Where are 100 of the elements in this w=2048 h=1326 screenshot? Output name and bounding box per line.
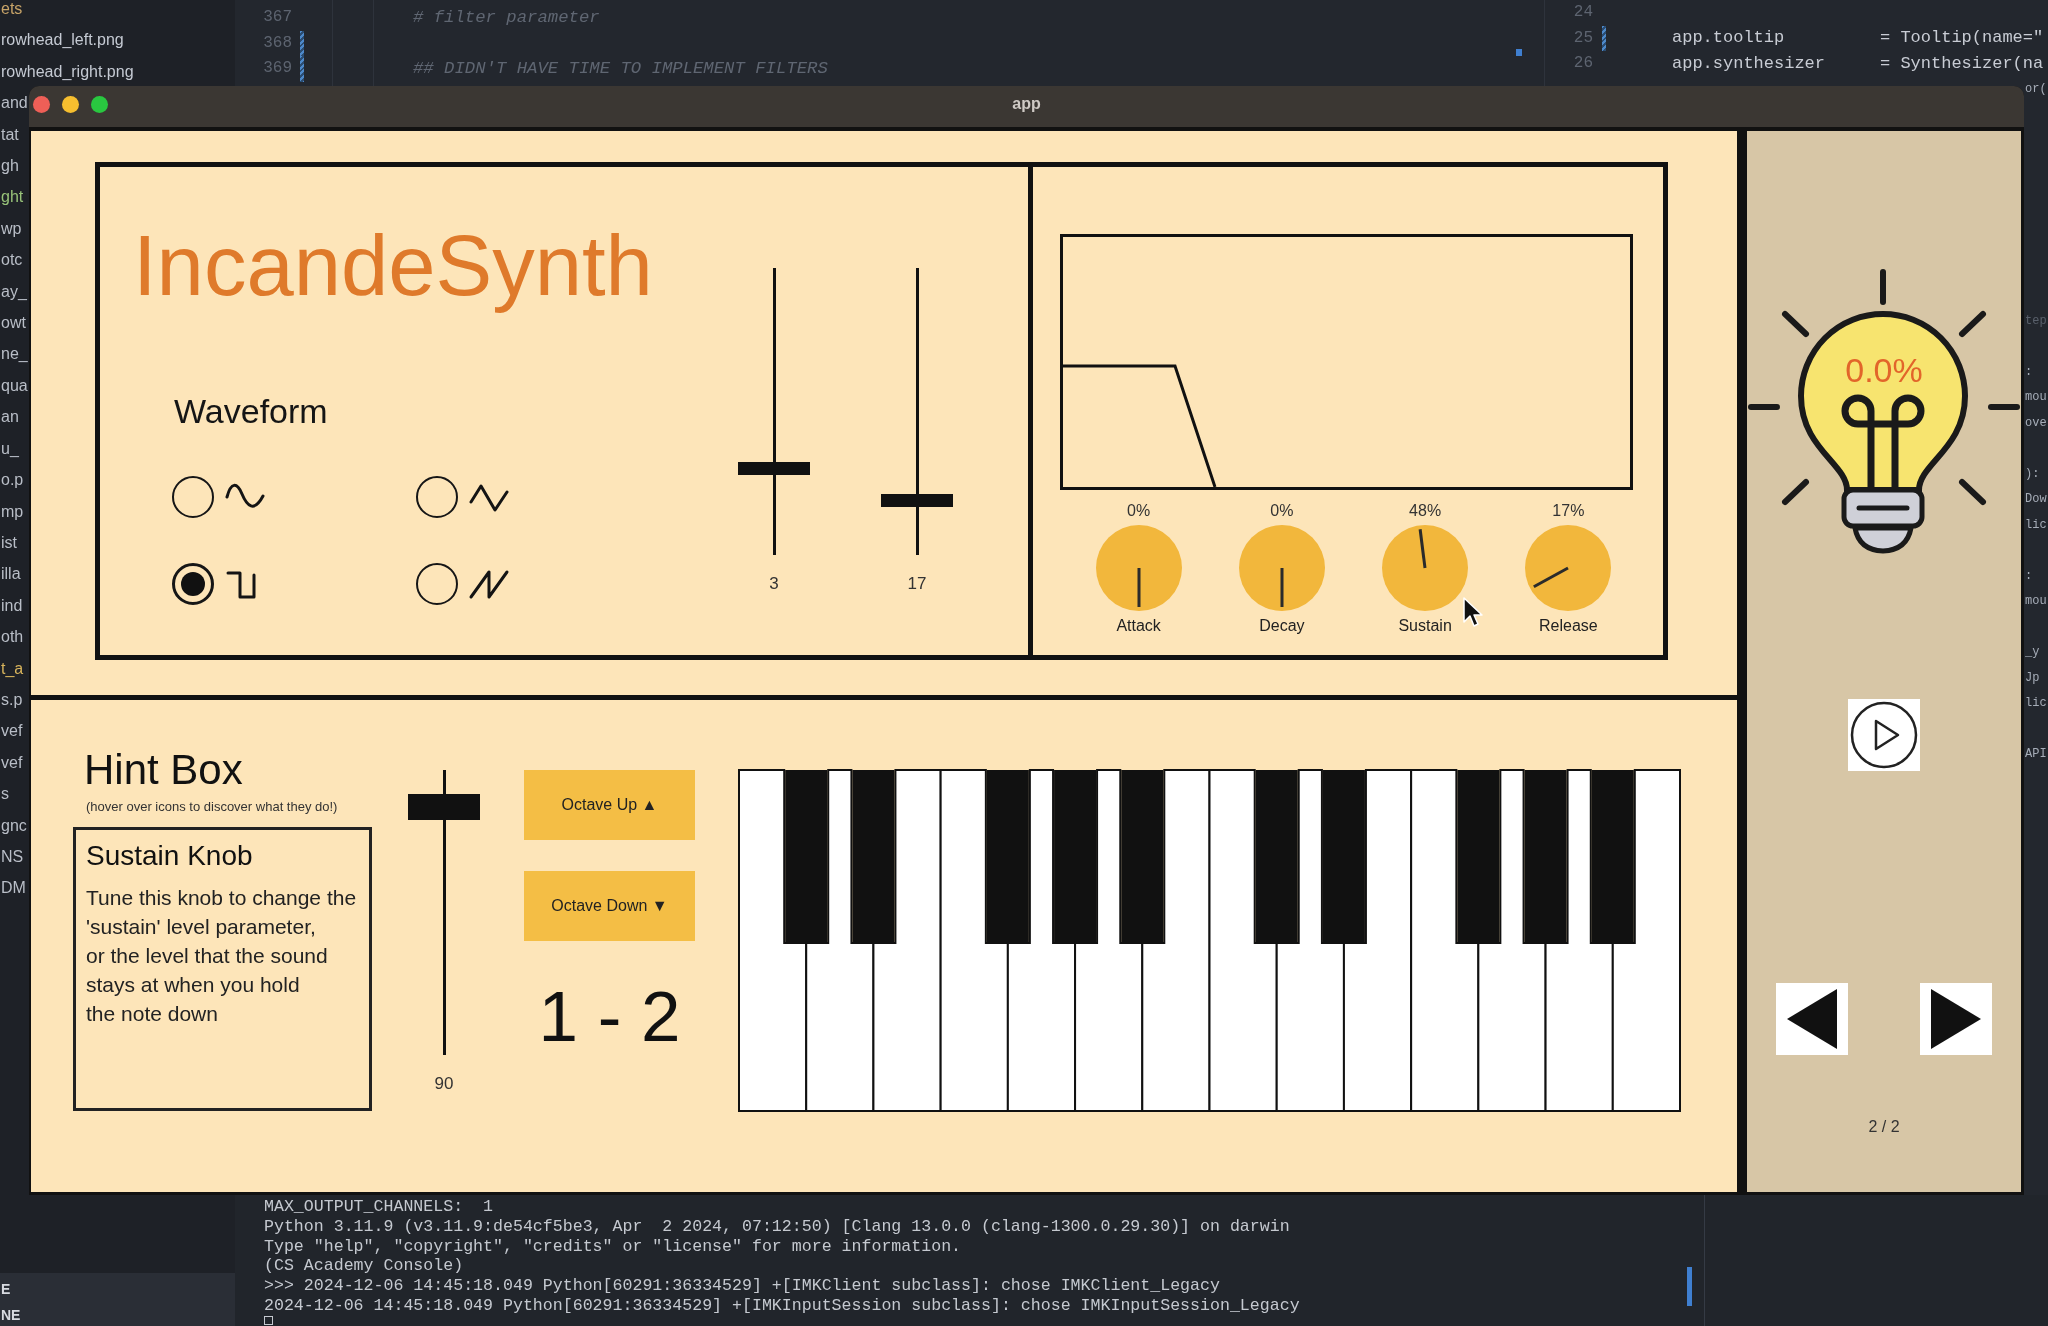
zoom-button[interactable] <box>91 95 108 113</box>
code-fragment: mou <box>2025 594 2047 609</box>
natural-key[interactable] <box>1544 769 1614 1112</box>
close-button[interactable] <box>33 95 50 113</box>
hint-subtitle: (hover over icons to discover what they do!) <box>86 799 338 815</box>
natural-key[interactable] <box>1342 769 1413 1112</box>
knob-value: 0% <box>1270 502 1294 520</box>
code-fragment: Dow <box>2025 492 2047 507</box>
file-name[interactable]: rowhead_right.png <box>1 62 134 82</box>
file-name[interactable]: wp <box>1 219 22 239</box>
file-name[interactable]: oth <box>1 628 24 647</box>
octave-range: 1 - 2 <box>538 981 681 1052</box>
file-name[interactable]: illa <box>1 565 21 584</box>
console-line: MAX_OUTPUT_CHANNELS: 1 <box>264 1197 494 1217</box>
natural-key[interactable] <box>1006 769 1077 1112</box>
knob-pointer <box>1418 529 1427 569</box>
file-name[interactable]: ind <box>1 596 23 616</box>
slider-thumb[interactable] <box>738 462 810 476</box>
knob[interactable] <box>1095 525 1182 611</box>
file-name[interactable]: vef <box>1 753 23 773</box>
radio-button[interactable] <box>172 476 214 518</box>
page-indicator: 2 / 2 <box>1868 1118 1900 1136</box>
file-name[interactable]: and <box>1 94 28 113</box>
section-header[interactable]: NE <box>1 1306 21 1324</box>
file-name[interactable]: qua <box>1 376 28 396</box>
app-title: IncandeSynth <box>133 217 653 315</box>
file-name[interactable]: DM <box>1 879 26 898</box>
play-button[interactable] <box>1848 699 1920 771</box>
bulb-reading: 0.0% <box>1845 353 1923 387</box>
hint-title: Hint Box <box>84 749 243 791</box>
file-name[interactable]: o.p <box>1 471 24 490</box>
radio-button[interactable] <box>416 476 458 518</box>
natural-key[interactable] <box>939 769 1009 1112</box>
file-name[interactable]: ets <box>1 0 23 19</box>
file-name[interactable]: ist <box>1 533 17 553</box>
radio-button[interactable] <box>172 563 214 605</box>
code-expression: = Synthesizer(na <box>1880 53 2044 74</box>
natural-key[interactable] <box>1477 769 1547 1112</box>
console-line: >>> 2024-12-06 14:45:18.049 Python[60291:36334529] +[IMKClient subclass]: chose IMKClient_Legacy <box>264 1276 1220 1296</box>
file-name[interactable]: u_ <box>1 439 19 459</box>
file-name[interactable]: gh <box>1 157 19 176</box>
section-header[interactable]: E <box>1 1280 11 1298</box>
file-name[interactable]: NS <box>1 847 24 867</box>
file-name[interactable]: t_a <box>1 659 24 678</box>
code-fragment: _y <box>2025 645 2040 660</box>
natural-key[interactable] <box>1611 769 1681 1112</box>
file-name[interactable]: s.p <box>1 690 23 710</box>
code-fragment: API <box>2025 747 2047 762</box>
hint-card-text: Tune this knob to change the 'sustain' level parameter, or the level that the sound stays at when you hold the note down <box>86 885 357 1027</box>
octave-button[interactable]: Octave Down ▼ <box>524 871 695 941</box>
radio-button[interactable] <box>416 563 458 605</box>
code-fragment: ): <box>2025 466 2040 481</box>
terminal-cursor-icon <box>264 1315 273 1325</box>
file-name[interactable]: s <box>1 785 9 804</box>
slider-thumb[interactable] <box>881 494 953 507</box>
previous-button[interactable] <box>1776 983 1848 1055</box>
file-name[interactable]: ne_ <box>1 345 28 364</box>
file-name[interactable]: ay_ <box>1 282 27 302</box>
line-number: 26 <box>1573 54 1593 74</box>
line-number: 25 <box>1573 28 1593 48</box>
file-name[interactable]: ght <box>1 188 24 207</box>
file-name[interactable]: owt <box>1 314 26 333</box>
natural-key[interactable] <box>1275 769 1345 1112</box>
file-name[interactable]: an <box>1 408 19 427</box>
slider-value: 3 <box>769 575 779 593</box>
knob-label: Sustain <box>1398 617 1452 635</box>
console-line: Python 3.11.9 (v3.11.9:de54cf5be3, Apr 2 2024, 07:12:50) [Clang 13.0.0 (clang-1300.0.29.30)] on darwin <box>264 1216 1290 1237</box>
file-name[interactable]: rowhead_left.png <box>1 31 124 50</box>
minimize-button[interactable] <box>62 95 79 113</box>
knob[interactable] <box>1238 525 1325 611</box>
natural-key[interactable] <box>872 769 942 1112</box>
line-number: 368 <box>263 33 292 53</box>
file-name[interactable]: vef <box>1 722 23 741</box>
hint-card-title: Sustain Knob <box>86 841 253 871</box>
code-fragment: : <box>2025 568 2033 583</box>
code-fragment: lic <box>2025 517 2047 532</box>
knob[interactable] <box>1382 525 1469 611</box>
knob-value: 48% <box>1409 502 1442 520</box>
natural-key[interactable] <box>1208 769 1278 1112</box>
natural-key[interactable] <box>805 769 875 1112</box>
code-fragment: : <box>2025 364 2033 379</box>
natural-key[interactable] <box>1141 769 1211 1112</box>
code-comment: ## DIDN'T HAVE TIME TO IMPLEMENT FILTERS <box>413 58 828 79</box>
slider-thumb[interactable] <box>408 794 480 821</box>
file-name[interactable]: gnc <box>1 816 27 835</box>
natural-key[interactable] <box>1074 769 1144 1112</box>
console-line: Type "help", "copyright", "credits" or "license" for more information. <box>264 1236 962 1257</box>
line-number: 369 <box>263 59 292 79</box>
scrollbar-marker <box>1687 1267 1692 1306</box>
file-name[interactable]: tat <box>1 125 19 145</box>
file-name[interactable]: mp <box>1 502 24 521</box>
file-name[interactable]: otc <box>1 251 23 270</box>
line-number: 24 <box>1573 3 1593 23</box>
octave-button[interactable]: Octave Up ▲ <box>524 770 695 840</box>
natural-key[interactable] <box>738 769 808 1112</box>
natural-key[interactable] <box>1410 769 1480 1112</box>
section-label: Waveform <box>174 393 328 429</box>
console-line: (CS Academy Console) <box>264 1256 464 1277</box>
next-button[interactable] <box>1920 983 1992 1055</box>
code-fragment: tep <box>2025 313 2047 328</box>
